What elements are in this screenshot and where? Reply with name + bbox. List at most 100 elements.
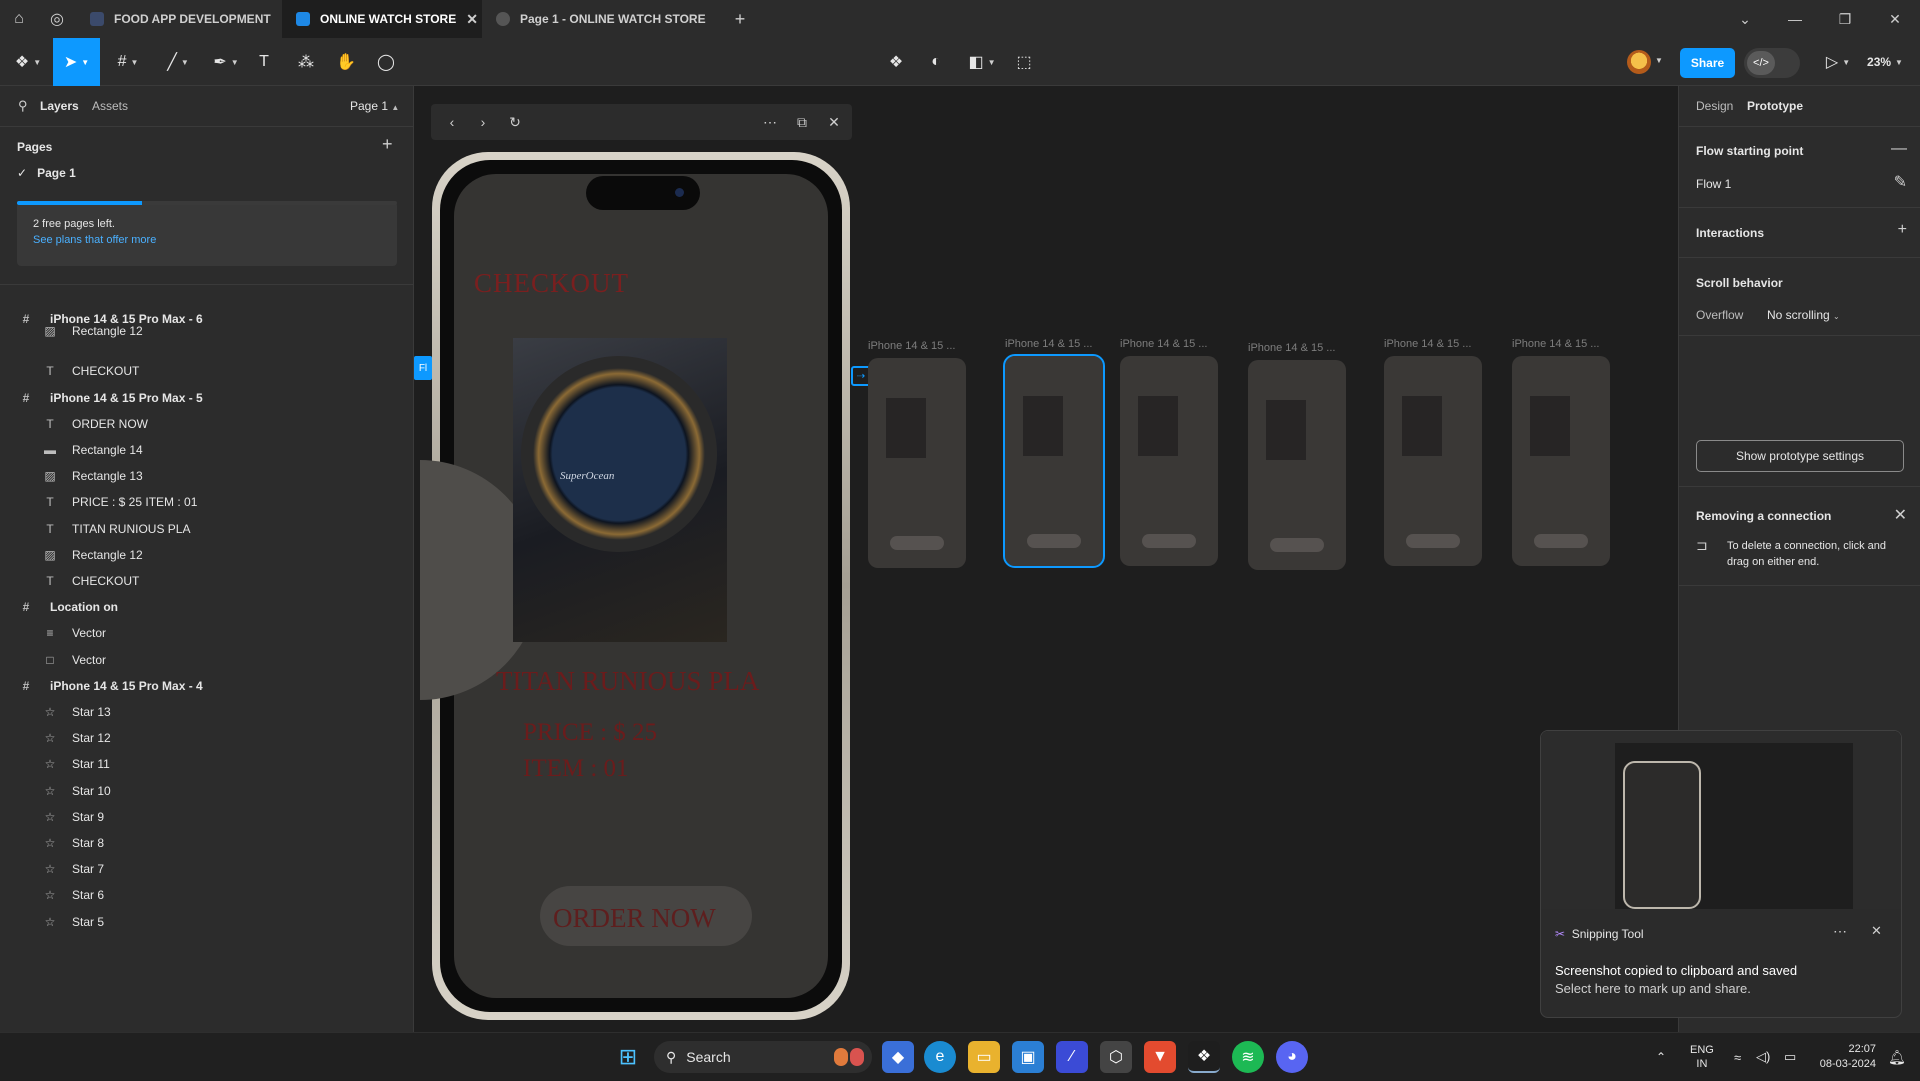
avatar[interactable]	[1627, 50, 1651, 74]
component-button[interactable]: ❖	[882, 38, 910, 86]
remove-icon[interactable]: —	[1891, 140, 1907, 158]
frame-thumbnail[interactable]	[1248, 360, 1346, 570]
components-icon: ⁂	[298, 54, 314, 71]
frame-thumbnail[interactable]	[1120, 356, 1218, 566]
restart-icon[interactable]: ↻	[500, 104, 530, 140]
boolean-button[interactable]: ◧ ▼	[964, 38, 1000, 86]
mask-button[interactable]: ◐	[922, 38, 950, 86]
search-icon[interactable]: ⚲	[18, 98, 28, 114]
close-icon[interactable]: ✕	[819, 104, 849, 140]
tab-food-app[interactable]: FOOD APP DEVELOPMENT	[76, 0, 282, 38]
tab-online-watch-store[interactable]: ONLINE WATCH STORE ✕	[282, 0, 482, 38]
layer-item[interactable]: ▨ Rectangle 12	[0, 315, 413, 347]
hand-tool[interactable]: ✋	[332, 38, 360, 86]
frame-tool[interactable]: # ▼	[108, 38, 148, 86]
chevron-down-icon[interactable]: ▼	[1655, 56, 1663, 65]
minimize-button[interactable]: —	[1770, 0, 1820, 38]
taskbar-search[interactable]: ⚲ Search	[654, 1041, 872, 1073]
tab-prototype[interactable]: Page 1 - ONLINE WATCH STORE	[482, 0, 722, 38]
store-icon[interactable]: ▣	[1012, 1041, 1044, 1073]
snipping-tool-notification[interactable]: ✂ Snipping Tool ⋯ ✕ Screenshot copied to…	[1540, 730, 1902, 1018]
language-indicator[interactable]: ENG IN	[1690, 1033, 1714, 1081]
spotify-icon[interactable]: ≋	[1232, 1041, 1264, 1073]
rectangle-icon: ▬	[44, 443, 56, 457]
more-icon[interactable]: ⋯	[755, 104, 785, 140]
close-icon[interactable]: ✕	[1894, 505, 1907, 525]
open-external-icon[interactable]: ⧉	[787, 104, 817, 140]
chevron-up-icon[interactable]: ⌃	[1656, 1033, 1666, 1081]
frame-thumbnail[interactable]	[1512, 356, 1610, 566]
layer-label: CHECKOUT	[72, 574, 140, 588]
edit-icon[interactable]: ✎	[1894, 172, 1907, 192]
back-icon[interactable]: ‹	[437, 104, 467, 140]
resources-tool[interactable]: ⁂	[292, 38, 320, 86]
restore-button[interactable]: ❐	[1820, 0, 1870, 38]
globe-icon[interactable]: ◎	[38, 0, 76, 38]
pen-tool[interactable]: ✒ ▼	[206, 38, 246, 86]
edge-icon[interactable]: e	[924, 1041, 956, 1073]
main-menu-button[interactable]: ❖ ▼	[10, 38, 46, 86]
show-prototype-settings-button[interactable]: Show prototype settings	[1696, 440, 1904, 472]
battery-icon[interactable]: ▭	[1784, 1033, 1796, 1081]
close-window-button[interactable]: ✕	[1870, 0, 1920, 38]
crop-button[interactable]: ⬚	[1010, 38, 1038, 86]
share-button[interactable]: Share	[1680, 48, 1735, 78]
move-tool[interactable]: ➤ ▼	[53, 38, 100, 86]
volume-icon[interactable]: ◁)	[1756, 1033, 1770, 1081]
file-explorer-icon[interactable]: ▭	[968, 1041, 1000, 1073]
code-editor-icon[interactable]: ⁄	[1056, 1041, 1088, 1073]
thumbnail-label: iPhone 14 & 15 ...	[1384, 338, 1472, 350]
more-icon[interactable]: ⋯	[1833, 923, 1847, 940]
home-icon[interactable]: ⌂	[0, 0, 38, 38]
search-highlight-icon	[834, 1048, 864, 1066]
frame-thumbnail[interactable]	[868, 358, 966, 568]
line-tool[interactable]: ╱ ▼	[158, 38, 198, 86]
add-interaction-button[interactable]: +	[1898, 221, 1907, 239]
app-icon[interactable]: ⬡	[1100, 1041, 1132, 1073]
check-icon: ✓	[17, 166, 28, 180]
copilot-icon[interactable]: ◆	[882, 1041, 914, 1073]
layer-item[interactable]: ☆ Star 5	[0, 906, 413, 938]
tab-layers[interactable]: Layers	[40, 99, 79, 113]
present-button[interactable]: ▷ ▼	[1820, 38, 1856, 86]
figma-icon[interactable]: ❖	[1188, 1041, 1220, 1073]
notification-bell-icon[interactable]: 🔔︎	[1888, 1033, 1906, 1081]
interactions-title: Interactions	[1696, 226, 1765, 240]
windows-start-icon[interactable]: ⊞	[612, 1041, 644, 1073]
clock[interactable]: 22:07 08-03-2024	[1814, 1033, 1876, 1081]
frame-icon: #	[117, 53, 127, 70]
dev-mode-toggle[interactable]: </>	[1744, 48, 1800, 78]
brave-icon[interactable]: ▼	[1144, 1041, 1176, 1073]
forward-icon[interactable]: ›	[468, 104, 498, 140]
chevron-down-icon[interactable]: ⌄	[1720, 0, 1770, 38]
figma-file-icon	[90, 12, 104, 26]
plan-link[interactable]: See plans that offer more	[33, 234, 156, 246]
frame-thumbnail[interactable]	[1003, 354, 1105, 568]
new-tab-button[interactable]: +	[722, 0, 758, 38]
overflow-select[interactable]: No scrolling ⌄	[1767, 308, 1840, 322]
tab-assets[interactable]: Assets	[92, 99, 128, 113]
zoom-menu[interactable]: 23% ▼	[1860, 38, 1910, 86]
wifi-icon[interactable]: ≈	[1734, 1033, 1741, 1081]
tab-prototype[interactable]: Prototype	[1747, 99, 1803, 113]
page-selector[interactable]: Page 1 ▲	[350, 99, 399, 113]
toast-app-row: ✂ Snipping Tool	[1555, 927, 1644, 941]
flow-start-badge[interactable]: Fl	[414, 356, 432, 380]
comment-tool[interactable]: ◯	[372, 38, 400, 86]
add-page-button[interactable]: +	[382, 134, 393, 155]
tab-design[interactable]: Design	[1696, 99, 1733, 113]
plan-progress-bar	[17, 201, 397, 205]
page-item-page-1[interactable]: ✓ Page 1	[17, 166, 76, 180]
close-icon[interactable]: ✕	[1871, 923, 1882, 939]
discord-icon[interactable]: ◕	[1276, 1041, 1308, 1073]
layer-label: CHECKOUT	[72, 364, 140, 379]
star-icon: ☆	[44, 914, 56, 929]
flow-name[interactable]: Flow 1	[1696, 177, 1731, 191]
page-label: Page 1	[37, 166, 76, 180]
text-tool[interactable]: T	[250, 38, 278, 86]
close-icon[interactable]: ✕	[466, 11, 478, 28]
layer-label: iPhone 14 & 15 Pro Max - 5	[50, 390, 203, 405]
tab-label: Page 1 - ONLINE WATCH STORE	[520, 12, 706, 26]
frame-thumbnail[interactable]	[1384, 356, 1482, 566]
component-icon: ❖	[888, 54, 904, 71]
